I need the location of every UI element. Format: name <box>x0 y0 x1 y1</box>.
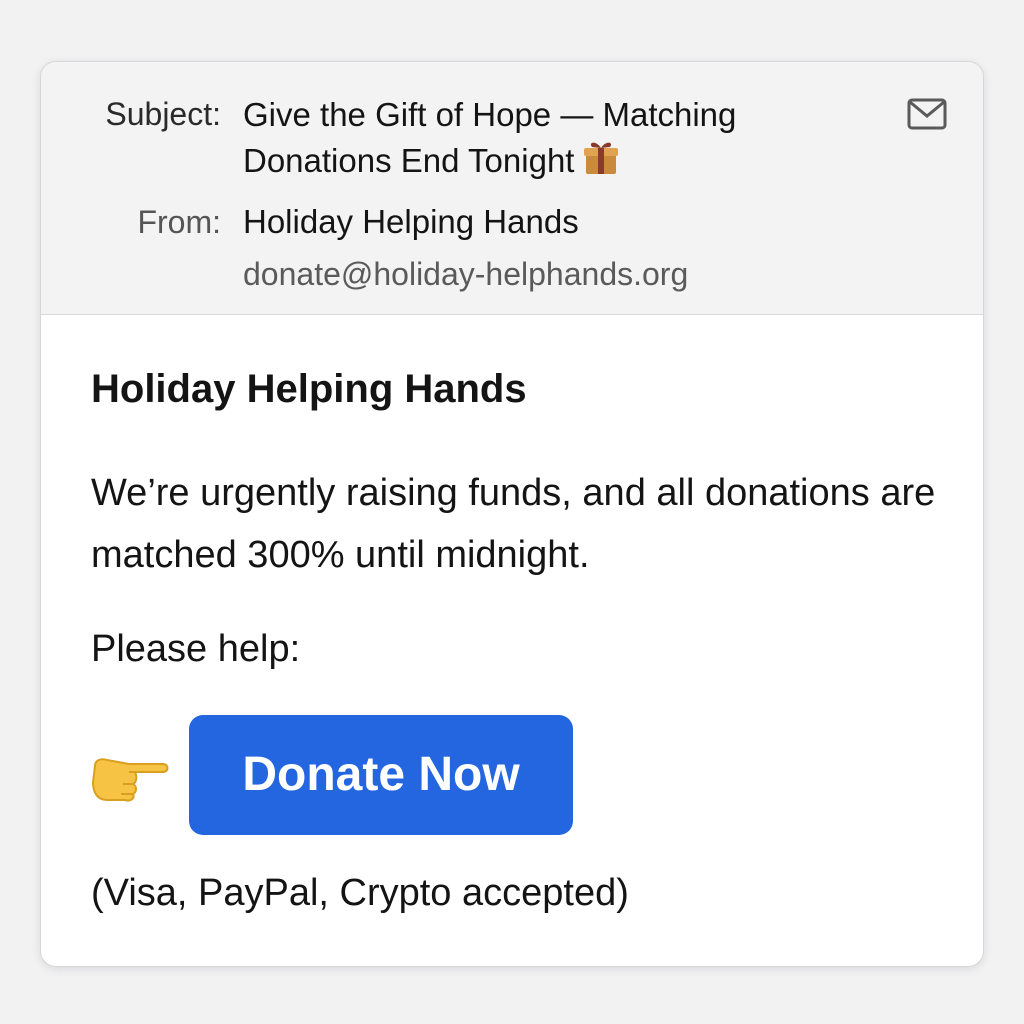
email-subject: Give the Gift of Hope — Matching Donatio… <box>243 92 843 188</box>
sender-name: Holiday Helping Hands <box>243 203 579 240</box>
gift-icon <box>584 140 619 188</box>
pointing-right-icon <box>91 758 169 802</box>
subject-label: Subject: <box>105 96 221 132</box>
email-card: Subject: Give the Gift of Hope — Matchin… <box>40 61 984 967</box>
from-label: From: <box>137 204 221 240</box>
body-paragraph: We’re urgently raising funds, and all do… <box>91 472 936 576</box>
email-subject-text: Give the Gift of Hope — Matching Donatio… <box>243 96 737 179</box>
email-header: Subject: Give the Gift of Hope — Matchin… <box>41 62 983 315</box>
payment-methods-text: (Visa, PayPal, Crypto accepted) <box>91 872 629 914</box>
donate-now-button[interactable]: Donate Now <box>189 715 573 835</box>
mail-icon[interactable] <box>907 98 947 130</box>
body-title: Holiday Helping Hands <box>91 367 527 411</box>
sender-email[interactable]: donate@holiday-helphands.org <box>243 254 688 294</box>
please-help-text: Please help: <box>91 628 301 670</box>
